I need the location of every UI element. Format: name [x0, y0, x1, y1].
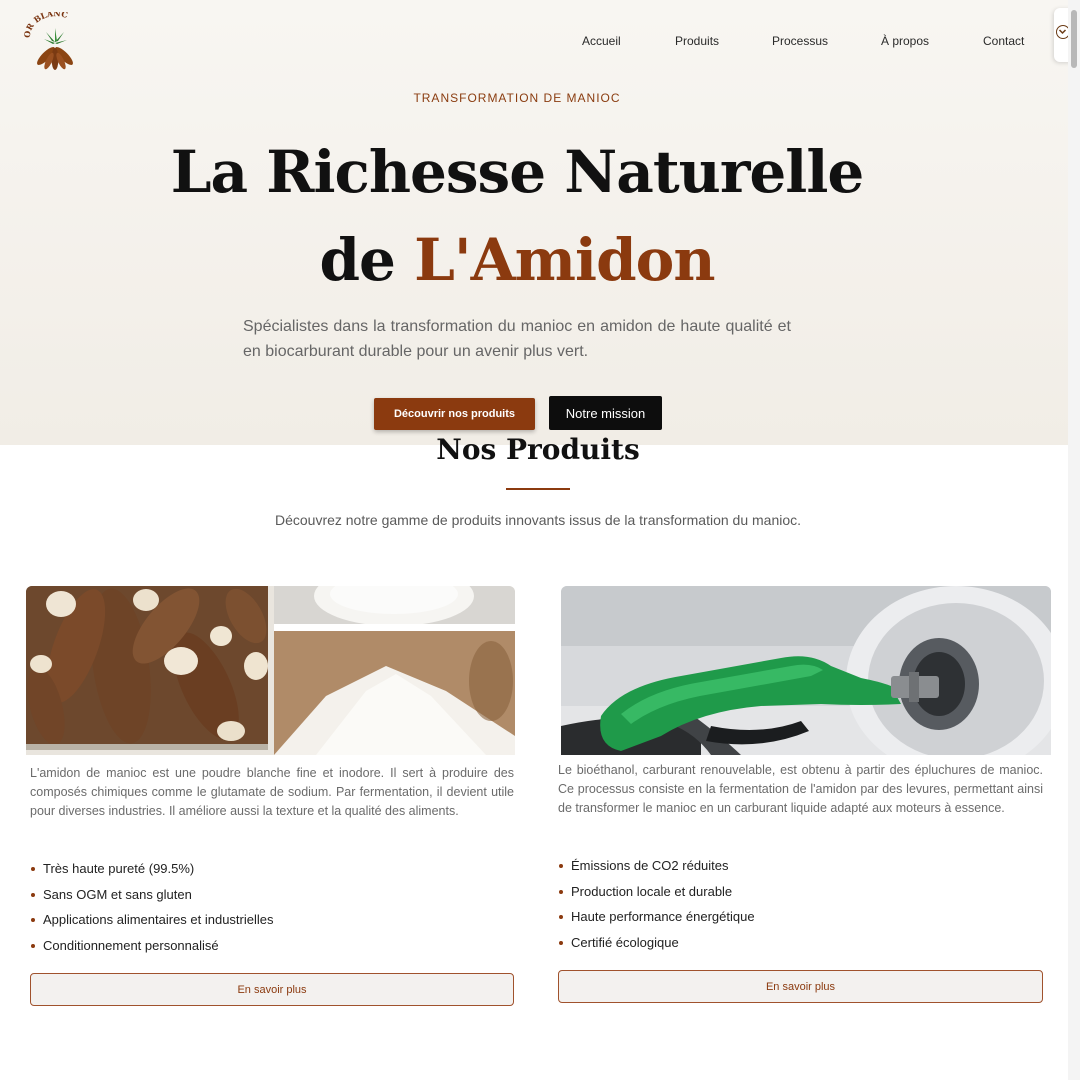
- list-item: Certifié écologique: [558, 934, 755, 960]
- discover-products-button[interactable]: Découvrir nos produits: [374, 398, 535, 430]
- nav-processus[interactable]: Processus: [772, 34, 828, 48]
- nav-a-propos[interactable]: À propos: [881, 34, 929, 48]
- hero-title-line2-prefix: de: [319, 226, 415, 294]
- cassava-starch-image: [26, 586, 515, 755]
- hero-title-line1: La Richesse Naturelle: [170, 138, 865, 206]
- scrollbar-thumb[interactable]: [1071, 10, 1077, 68]
- products-section-subtitle: Découvrez notre gamme de produits innova…: [274, 512, 802, 528]
- our-mission-button[interactable]: Notre mission: [549, 396, 662, 430]
- main-nav: Accueil Produits Processus À propos Cont…: [0, 34, 1068, 50]
- nav-produits[interactable]: Produits: [675, 34, 719, 48]
- bioethanol-feature-list: Émissions de CO2 réduites Production loc…: [558, 857, 755, 959]
- hero-title-accent: L'Amidon: [414, 226, 715, 294]
- list-item: Sans OGM et sans gluten: [30, 886, 274, 912]
- starch-feature-list: Très haute pureté (99.5%) Sans OGM et sa…: [30, 860, 274, 962]
- list-item: Applications alimentaires et industriell…: [30, 911, 274, 937]
- bioethanol-fuel-nozzle-image: [561, 586, 1051, 755]
- list-item: Très haute pureté (99.5%): [30, 860, 274, 886]
- products-section-title: Nos Produits: [436, 433, 640, 464]
- bioethanol-learn-more-button[interactable]: En savoir plus: [558, 970, 1043, 1003]
- nav-contact[interactable]: Contact: [983, 34, 1024, 48]
- hero-subtitle: Spécialistes dans la transformation du m…: [243, 318, 791, 360]
- title-divider: [506, 488, 570, 490]
- page-scrollbar[interactable]: [1068, 0, 1080, 1080]
- hero-section: OR BLANC Accueil Produits Processus À pr…: [0, 0, 1068, 445]
- list-item: Production locale et durable: [558, 883, 755, 909]
- starch-description: L'amidon de manioc est une poudre blanch…: [30, 766, 514, 818]
- list-item: Émissions de CO2 réduites: [558, 857, 755, 883]
- list-item: Conditionnement personnalisé: [30, 937, 274, 963]
- bioethanol-description: Le bioéthanol, carburant renouvelable, e…: [558, 763, 1043, 815]
- starch-learn-more-button[interactable]: En savoir plus: [30, 973, 514, 1006]
- hero-title: La Richesse Naturelle de L'Amidon: [0, 128, 1034, 304]
- hero-eyebrow: TRANSFORMATION DE MANIOC: [413, 91, 621, 105]
- list-item: Haute performance énergétique: [558, 908, 755, 934]
- nav-accueil[interactable]: Accueil: [582, 34, 621, 48]
